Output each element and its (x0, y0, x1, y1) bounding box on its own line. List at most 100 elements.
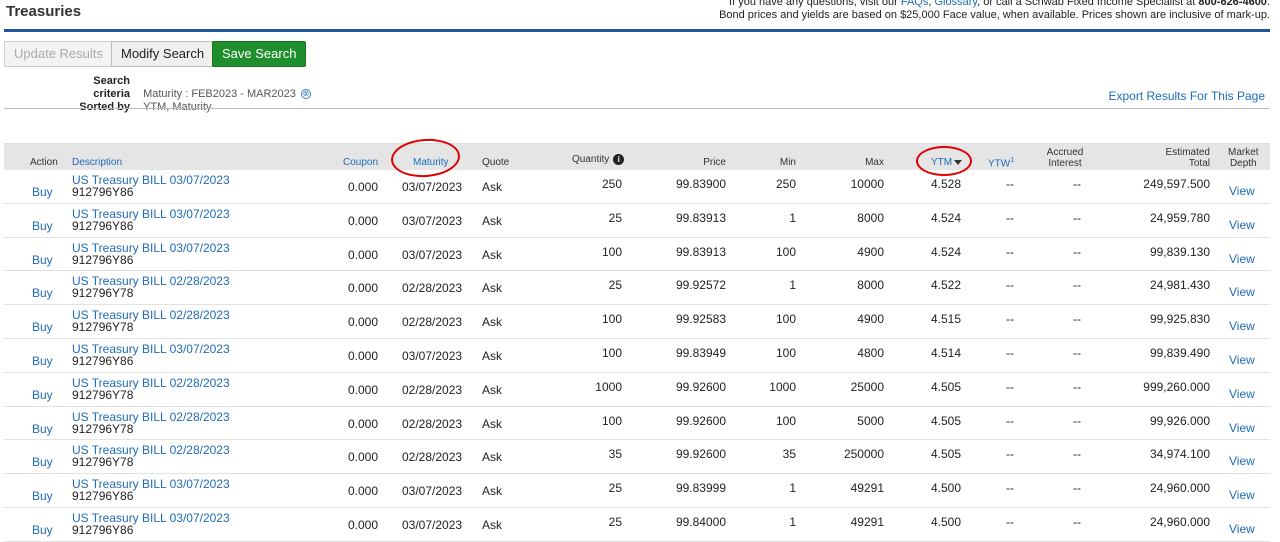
price-cell: 99.92600 (675, 413, 726, 428)
min-cell: 100 (775, 413, 796, 428)
coupon-cell: 0.000 (348, 281, 379, 296)
quantity-cell: 25 (608, 278, 622, 293)
buy-link[interactable]: Buy (32, 219, 53, 233)
info-icon[interactable]: i (613, 154, 625, 165)
save-search-button[interactable]: Save Search (212, 41, 307, 67)
buy-link[interactable]: Buy (32, 354, 53, 368)
accrued-cell: -- (1073, 177, 1081, 191)
ytw-cell: -- (1006, 379, 1014, 394)
price-cell: 99.92572 (675, 278, 726, 293)
cusip: 912796Y86 (72, 185, 134, 199)
description-cell: US Treasury BILL 02/28/2023 912796Y78 (72, 377, 230, 401)
update-results-button[interactable]: Update Results (4, 41, 113, 67)
th-quote: Quote (482, 157, 510, 168)
remove-criteria-icon[interactable]: ⊗ (300, 89, 311, 100)
cusip: 912796Y78 (72, 320, 134, 335)
quote-cell: Ask (482, 348, 503, 363)
ytm-cell: 4.524 (931, 210, 962, 225)
th-est-line2: Total (1188, 158, 1210, 169)
accrued-cell: -- (1073, 244, 1081, 259)
ytm-cell: 4.505 (931, 379, 962, 394)
min-cell: 1 (789, 481, 796, 496)
coupon-cell: 0.000 (348, 382, 379, 397)
glossary-link[interactable]: Glossary (935, 0, 978, 8)
view-depth-link[interactable]: View (1229, 285, 1255, 299)
estimated-total-cell: 24,959.780 (1149, 210, 1210, 225)
quantity-cell: 1000 (595, 379, 622, 394)
view-depth-link[interactable]: View (1229, 421, 1255, 435)
view-depth-link[interactable]: View (1229, 218, 1255, 232)
th-min: Min (779, 157, 796, 168)
th-ytw-footnote: 1 (1010, 157, 1015, 164)
page-title: Treasuries (6, 3, 82, 20)
help-prefix: If you have any questions, visit our (729, 0, 898, 8)
buy-link[interactable]: Buy (32, 489, 53, 503)
accrued-cell: -- (1073, 278, 1081, 293)
quantity-cell: 100 (601, 345, 622, 360)
view-depth-link[interactable]: View (1229, 353, 1255, 367)
table-row: US Treasury BILL 03/07/2023 912796Y86 Buy 0… (4, 204, 1270, 238)
view-depth-link[interactable]: View (1229, 522, 1255, 536)
quantity-cell: 100 (601, 413, 622, 428)
quantity-cell: 250 (601, 177, 622, 191)
ytw-cell: -- (1006, 413, 1014, 428)
view-depth-link[interactable]: View (1229, 488, 1255, 502)
table-row: US Treasury BILL 02/28/2023 912796Y78 Buy 0… (4, 373, 1270, 407)
quote-cell: Ask (482, 247, 503, 262)
buy-link[interactable]: Buy (32, 422, 53, 436)
quote-cell: Ask (482, 484, 503, 499)
view-depth-link[interactable]: View (1229, 387, 1255, 401)
bond-description-link[interactable]: US Treasury BILL 02/28/2023 (72, 411, 230, 423)
buy-link[interactable]: Buy (32, 388, 53, 402)
buy-link[interactable]: Buy (32, 286, 53, 300)
cusip: 912796Y78 (72, 455, 134, 470)
header-rule (4, 29, 1270, 32)
th-ytm[interactable]: YTM (931, 157, 963, 168)
quantity-cell: 100 (601, 312, 622, 327)
price-cell: 99.83913 (675, 244, 726, 259)
description-cell: US Treasury BILL 02/28/2023 912796Y78 (72, 309, 230, 333)
bond-description-link[interactable]: US Treasury BILL 02/28/2023 (72, 377, 230, 389)
table-row: US Treasury BILL 02/28/2023 912796Y78 Buy 0… (4, 305, 1270, 339)
bond-description-link[interactable]: US Treasury BILL 03/07/2023 (72, 242, 230, 254)
help-text: If you have any questions, visit our FAQ… (719, 0, 1270, 22)
quote-cell: Ask (482, 416, 503, 431)
buy-link[interactable]: Buy (32, 455, 53, 469)
th-description[interactable]: Description (72, 157, 122, 168)
results-table-body: US Treasury BILL 03/07/2023 912796Y86 Buy 0… (4, 170, 1270, 542)
faqs-link[interactable]: FAQs (901, 0, 929, 8)
th-maturity[interactable]: Maturity (413, 157, 449, 168)
cusip: 912796Y78 (72, 387, 134, 402)
ytm-cell: 4.500 (931, 481, 962, 496)
buy-link[interactable]: Buy (32, 523, 53, 537)
table-row: US Treasury BILL 02/28/2023 912796Y78 Buy 0… (4, 271, 1270, 306)
coupon-cell: 0.000 (348, 416, 379, 431)
estimated-total-cell: 99,926.000 (1149, 413, 1210, 428)
bond-description-link[interactable]: US Treasury BILL 03/07/2023 (72, 512, 230, 524)
coupon-cell: 0.000 (348, 315, 379, 330)
max-cell: 8000 (857, 210, 884, 225)
export-results-link[interactable]: Export Results For This Page (1108, 89, 1265, 103)
modify-search-button[interactable]: Modify Search (111, 41, 215, 67)
estimated-total-cell: 24,960.000 (1149, 481, 1210, 496)
buy-link[interactable]: Buy (32, 320, 53, 334)
ytw-cell: -- (1006, 481, 1014, 496)
ytm-cell: 4.528 (931, 177, 962, 191)
bond-description-link[interactable]: US Treasury BILL 03/07/2023 (72, 208, 230, 220)
description-cell: US Treasury BILL 03/07/2023 912796Y86 (72, 343, 230, 367)
th-coupon[interactable]: Coupon (343, 157, 378, 168)
maturity-cell: 03/07/2023 (402, 213, 463, 228)
quote-cell: Ask (482, 213, 503, 228)
view-depth-link[interactable]: View (1229, 454, 1255, 468)
ytm-cell: 4.522 (931, 278, 962, 293)
table-header: Action Description Coupon Maturity Quote… (4, 143, 1270, 170)
view-depth-link[interactable]: View (1229, 252, 1255, 266)
help-phone: 800-626-4600 (1198, 0, 1267, 8)
th-accrued-line2: Interest (1048, 158, 1082, 169)
buy-link[interactable]: Buy (32, 185, 53, 199)
th-depth-line1: Market (1228, 147, 1259, 158)
buy-link[interactable]: Buy (32, 253, 53, 267)
view-depth-link[interactable]: View (1229, 319, 1255, 333)
view-depth-link[interactable]: View (1229, 184, 1255, 198)
th-ytw[interactable]: YTW1 (988, 155, 1014, 169)
